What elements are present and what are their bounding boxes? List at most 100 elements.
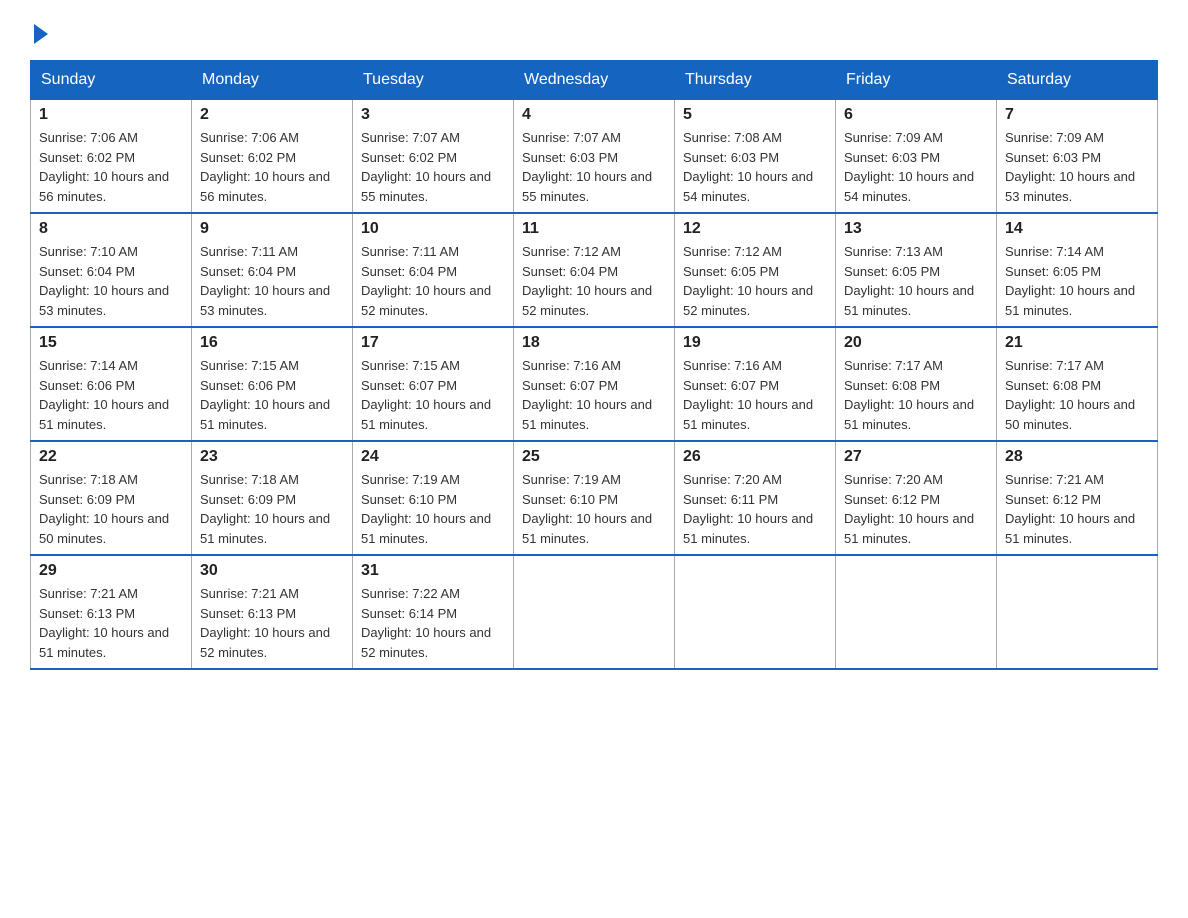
day-info: Sunrise: 7:14 AMSunset: 6:05 PMDaylight:…: [1005, 242, 1149, 320]
calendar-cell: 13 Sunrise: 7:13 AMSunset: 6:05 PMDayligh…: [836, 213, 997, 327]
day-number: 29: [39, 562, 183, 580]
day-number: 22: [39, 448, 183, 466]
day-number: 7: [1005, 106, 1149, 124]
day-info: Sunrise: 7:07 AMSunset: 6:02 PMDaylight:…: [361, 128, 505, 206]
calendar-cell: 15 Sunrise: 7:14 AMSunset: 6:06 PMDayligh…: [31, 327, 192, 441]
day-number: 13: [844, 220, 988, 238]
day-info: Sunrise: 7:20 AMSunset: 6:11 PMDaylight:…: [683, 470, 827, 548]
calendar-table: SundayMondayTuesdayWednesdayThursdayFrid…: [30, 60, 1158, 670]
day-number: 4: [522, 106, 666, 124]
calendar-header-row: SundayMondayTuesdayWednesdayThursdayFrid…: [31, 61, 1158, 100]
day-number: 21: [1005, 334, 1149, 352]
calendar-cell: [514, 555, 675, 669]
day-info: Sunrise: 7:14 AMSunset: 6:06 PMDaylight:…: [39, 356, 183, 434]
calendar-cell: 28 Sunrise: 7:21 AMSunset: 6:12 PMDayligh…: [997, 441, 1158, 555]
day-number: 12: [683, 220, 827, 238]
calendar-week-row: 8 Sunrise: 7:10 AMSunset: 6:04 PMDaylight…: [31, 213, 1158, 327]
day-info: Sunrise: 7:09 AMSunset: 6:03 PMDaylight:…: [1005, 128, 1149, 206]
calendar-week-row: 1 Sunrise: 7:06 AMSunset: 6:02 PMDaylight…: [31, 100, 1158, 214]
day-number: 5: [683, 106, 827, 124]
day-info: Sunrise: 7:10 AMSunset: 6:04 PMDaylight:…: [39, 242, 183, 320]
calendar-cell: 17 Sunrise: 7:15 AMSunset: 6:07 PMDayligh…: [353, 327, 514, 441]
calendar-cell: 20 Sunrise: 7:17 AMSunset: 6:08 PMDayligh…: [836, 327, 997, 441]
day-info: Sunrise: 7:21 AMSunset: 6:12 PMDaylight:…: [1005, 470, 1149, 548]
day-info: Sunrise: 7:17 AMSunset: 6:08 PMDaylight:…: [1005, 356, 1149, 434]
calendar-cell: 8 Sunrise: 7:10 AMSunset: 6:04 PMDaylight…: [31, 213, 192, 327]
day-info: Sunrise: 7:08 AMSunset: 6:03 PMDaylight:…: [683, 128, 827, 206]
day-number: 11: [522, 220, 666, 238]
day-number: 17: [361, 334, 505, 352]
day-header-thursday: Thursday: [675, 61, 836, 100]
day-number: 28: [1005, 448, 1149, 466]
day-info: Sunrise: 7:11 AMSunset: 6:04 PMDaylight:…: [361, 242, 505, 320]
calendar-cell: 18Sunrise: 7:16 AMSunset: 6:07 PMDayligh…: [514, 327, 675, 441]
day-info: Sunrise: 7:21 AMSunset: 6:13 PMDaylight:…: [39, 584, 183, 662]
calendar-week-row: 29 Sunrise: 7:21 AMSunset: 6:13 PMDayligh…: [31, 555, 1158, 669]
day-header-tuesday: Tuesday: [353, 61, 514, 100]
calendar-cell: [836, 555, 997, 669]
day-number: 15: [39, 334, 183, 352]
calendar-cell: 22 Sunrise: 7:18 AMSunset: 6:09 PMDayligh…: [31, 441, 192, 555]
day-info: Sunrise: 7:12 AMSunset: 6:04 PMDaylight:…: [522, 242, 666, 320]
day-info: Sunrise: 7:13 AMSunset: 6:05 PMDaylight:…: [844, 242, 988, 320]
calendar-cell: 2 Sunrise: 7:06 AMSunset: 6:02 PMDaylight…: [192, 100, 353, 214]
calendar-cell: 9 Sunrise: 7:11 AMSunset: 6:04 PMDaylight…: [192, 213, 353, 327]
day-number: 24: [361, 448, 505, 466]
day-number: 3: [361, 106, 505, 124]
calendar-cell: 29 Sunrise: 7:21 AMSunset: 6:13 PMDayligh…: [31, 555, 192, 669]
calendar-cell: [675, 555, 836, 669]
calendar-cell: 4 Sunrise: 7:07 AMSunset: 6:03 PMDaylight…: [514, 100, 675, 214]
day-header-monday: Monday: [192, 61, 353, 100]
day-number: 16: [200, 334, 344, 352]
day-header-saturday: Saturday: [997, 61, 1158, 100]
day-info: Sunrise: 7:09 AMSunset: 6:03 PMDaylight:…: [844, 128, 988, 206]
calendar-cell: 23Sunrise: 7:18 AMSunset: 6:09 PMDayligh…: [192, 441, 353, 555]
day-info: Sunrise: 7:06 AMSunset: 6:02 PMDaylight:…: [200, 128, 344, 206]
day-number: 10: [361, 220, 505, 238]
day-info: Sunrise: 7:15 AMSunset: 6:07 PMDaylight:…: [361, 356, 505, 434]
calendar-cell: 6 Sunrise: 7:09 AMSunset: 6:03 PMDaylight…: [836, 100, 997, 214]
calendar-cell: 24Sunrise: 7:19 AMSunset: 6:10 PMDayligh…: [353, 441, 514, 555]
calendar-cell: 3 Sunrise: 7:07 AMSunset: 6:02 PMDaylight…: [353, 100, 514, 214]
day-number: 6: [844, 106, 988, 124]
day-info: Sunrise: 7:11 AMSunset: 6:04 PMDaylight:…: [200, 242, 344, 320]
day-info: Sunrise: 7:07 AMSunset: 6:03 PMDaylight:…: [522, 128, 666, 206]
day-info: Sunrise: 7:18 AMSunset: 6:09 PMDaylight:…: [39, 470, 183, 548]
calendar-cell: 19Sunrise: 7:16 AMSunset: 6:07 PMDayligh…: [675, 327, 836, 441]
calendar-cell: 31 Sunrise: 7:22 AMSunset: 6:14 PMDayligh…: [353, 555, 514, 669]
day-info: Sunrise: 7:17 AMSunset: 6:08 PMDaylight:…: [844, 356, 988, 434]
calendar-cell: 30 Sunrise: 7:21 AMSunset: 6:13 PMDayligh…: [192, 555, 353, 669]
day-header-sunday: Sunday: [31, 61, 192, 100]
calendar-cell: 14Sunrise: 7:14 AMSunset: 6:05 PMDayligh…: [997, 213, 1158, 327]
calendar-cell: 12 Sunrise: 7:12 AMSunset: 6:05 PMDayligh…: [675, 213, 836, 327]
day-number: 18: [522, 334, 666, 352]
day-number: 1: [39, 106, 183, 124]
logo-arrow-icon: [34, 24, 48, 44]
calendar-cell: 1 Sunrise: 7:06 AMSunset: 6:02 PMDaylight…: [31, 100, 192, 214]
calendar-cell: 5 Sunrise: 7:08 AMSunset: 6:03 PMDaylight…: [675, 100, 836, 214]
day-number: 20: [844, 334, 988, 352]
day-header-friday: Friday: [836, 61, 997, 100]
day-info: Sunrise: 7:22 AMSunset: 6:14 PMDaylight:…: [361, 584, 505, 662]
calendar-week-row: 15 Sunrise: 7:14 AMSunset: 6:06 PMDayligh…: [31, 327, 1158, 441]
calendar-cell: 25Sunrise: 7:19 AMSunset: 6:10 PMDayligh…: [514, 441, 675, 555]
day-info: Sunrise: 7:15 AMSunset: 6:06 PMDaylight:…: [200, 356, 344, 434]
day-number: 30: [200, 562, 344, 580]
calendar-cell: [997, 555, 1158, 669]
day-info: Sunrise: 7:06 AMSunset: 6:02 PMDaylight:…: [39, 128, 183, 206]
day-number: 8: [39, 220, 183, 238]
day-number: 27: [844, 448, 988, 466]
logo: [30, 20, 48, 40]
calendar-cell: 7 Sunrise: 7:09 AMSunset: 6:03 PMDaylight…: [997, 100, 1158, 214]
day-number: 19: [683, 334, 827, 352]
day-info: Sunrise: 7:19 AMSunset: 6:10 PMDaylight:…: [522, 470, 666, 548]
day-header-wednesday: Wednesday: [514, 61, 675, 100]
calendar-cell: 10 Sunrise: 7:11 AMSunset: 6:04 PMDayligh…: [353, 213, 514, 327]
day-info: Sunrise: 7:21 AMSunset: 6:13 PMDaylight:…: [200, 584, 344, 662]
calendar-cell: 26Sunrise: 7:20 AMSunset: 6:11 PMDayligh…: [675, 441, 836, 555]
day-info: Sunrise: 7:12 AMSunset: 6:05 PMDaylight:…: [683, 242, 827, 320]
page-header: [30, 20, 1158, 40]
day-number: 9: [200, 220, 344, 238]
day-number: 2: [200, 106, 344, 124]
day-number: 31: [361, 562, 505, 580]
